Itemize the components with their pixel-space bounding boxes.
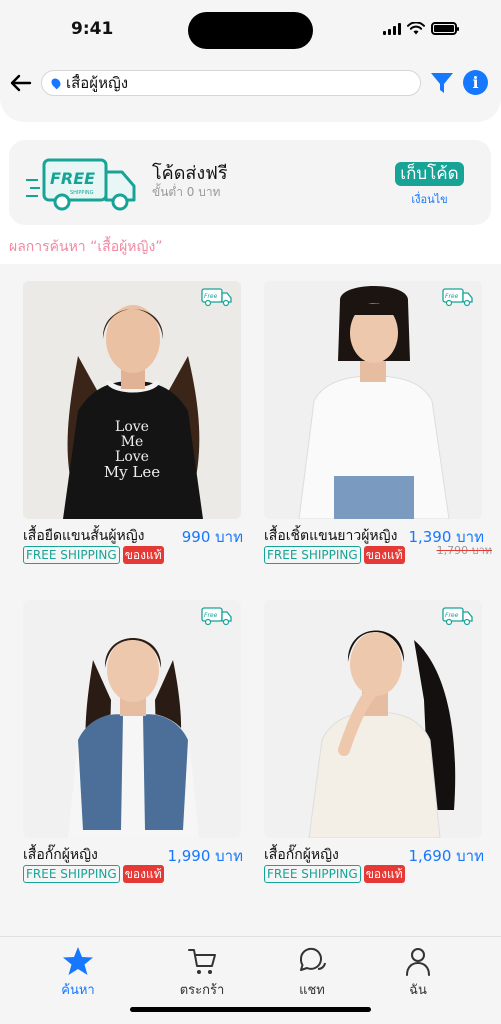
truck-shipping-text: SHIPPING [70,190,94,196]
product-card[interactable]: Love Me Love My Lee Free เสื้อยืดแขนสั้น… [23,281,243,564]
top-bar: 9:41 i [0,0,501,122]
authentic-tag: ของแท้ [363,546,405,564]
product-image: Free [264,600,482,838]
product-tags: FREE SHIPPING ของแท้ [23,865,164,883]
status-icons [383,22,459,35]
product-old-price: 1,790 บาท [436,544,492,557]
shirt-print-line: Me [121,434,144,450]
product-card[interactable]: Free เสื้อกั๊กผู้หญิง 1,690 บาท FREE SHI… [264,600,484,883]
product-name: เสื้อกั๊กผู้หญิง [264,847,339,863]
product-name: เสื้อยืดแขนสั้นผู้หญิง [23,528,145,544]
model-photo: Love Me Love My Lee [63,305,203,519]
home-indicator[interactable] [130,1007,371,1012]
wifi-icon [407,22,425,35]
product-name: เสื้อเชิ้ตแขนยาวผู้หญิง [264,528,398,544]
tab-label: ฉัน [409,983,427,998]
product-tags: FREE SHIPPING ของแท้ [23,546,164,564]
product-image: Free [264,281,482,519]
star-icon [63,947,93,975]
chat-icon [299,947,326,971]
status-time: 9:41 [71,19,114,39]
info-icon[interactable]: i [463,70,488,95]
free-shipping-tag: FREE SHIPPING [23,865,120,883]
product-price: 1,690 บาท [408,847,484,865]
free-shipping-icon: Free [442,607,473,626]
product-card[interactable]: Free เสื้อกั๊กผู้หญิง 1,990 บาท FREE SHI… [23,600,243,883]
coupon-subtitle: ขั้นต่ำ 0 บาท [152,185,221,199]
cart-icon [188,949,216,974]
battery-icon [431,22,459,35]
tab-label: ตระกร้า [179,983,225,998]
tab-profile[interactable]: ฉัน [378,945,458,1000]
location-pin-icon [49,76,63,90]
product-card[interactable]: Free เสื้อเชิ้ตแขนยาวผู้หญิง 1,390 บาท 1… [264,281,492,564]
product-price: 1,990 บาท [167,847,243,865]
authentic-tag: ของแท้ [363,865,405,883]
product-tags: FREE SHIPPING ของแท้ [264,865,405,883]
shirt-print-line: My Lee [104,463,160,481]
product-image: Free [23,600,241,838]
free-shipping-icon: Free [201,607,232,626]
free-shipping-tag: FREE SHIPPING [264,546,361,564]
ship-icon-text: Free [445,293,459,300]
search-bar[interactable] [41,70,421,96]
signal-icon [383,22,401,35]
model-photo [308,630,456,838]
tab-label: ค้นหา [61,983,95,998]
free-shipping-truck-icon: FREE SHIPPING [26,158,136,211]
model-photo [298,286,450,519]
ship-icon-text: Free [445,612,459,619]
product-name: เสื้อกั๊กผู้หญิง [23,847,98,863]
dynamic-island [188,12,313,49]
search-results-label: ผลการค้นหา “เสื้อผู้หญิง” [9,239,163,255]
free-shipping-coupon: FREE SHIPPING โค้ดส่งฟรี ขั้นต่ำ 0 บาท เ… [9,140,491,225]
product-image: Love Me Love My Lee Free [23,281,241,519]
free-shipping-icon: Free [442,288,473,307]
tab-search[interactable]: ค้นหา [38,945,118,1000]
user-icon [406,948,430,976]
product-price: 990 บาท [181,528,243,546]
conditions-link[interactable]: เงื่อนไข [395,190,464,208]
ship-icon-text: Free [204,293,218,300]
tab-cart[interactable]: ตระกร้า [162,945,242,1000]
authentic-tag: ของแท้ [122,546,164,564]
shirt-print-line: Love [115,419,149,435]
ship-icon-text: Free [204,612,218,619]
filter-icon[interactable] [429,70,455,96]
authentic-tag: ของแท้ [122,865,164,883]
free-shipping-icon: Free [201,288,232,307]
tab-chat[interactable]: แชท [272,945,352,1000]
truck-free-text: FREE [50,169,95,188]
free-shipping-tag: FREE SHIPPING [264,865,361,883]
back-arrow-icon[interactable] [8,70,34,96]
model-photo [68,638,199,838]
free-shipping-tag: FREE SHIPPING [23,546,120,564]
tab-label: แชท [299,983,325,998]
search-input[interactable] [66,74,406,92]
product-tags: FREE SHIPPING ของแท้ [264,546,405,564]
collect-code-button[interactable]: เก็บโค้ด [395,162,464,186]
